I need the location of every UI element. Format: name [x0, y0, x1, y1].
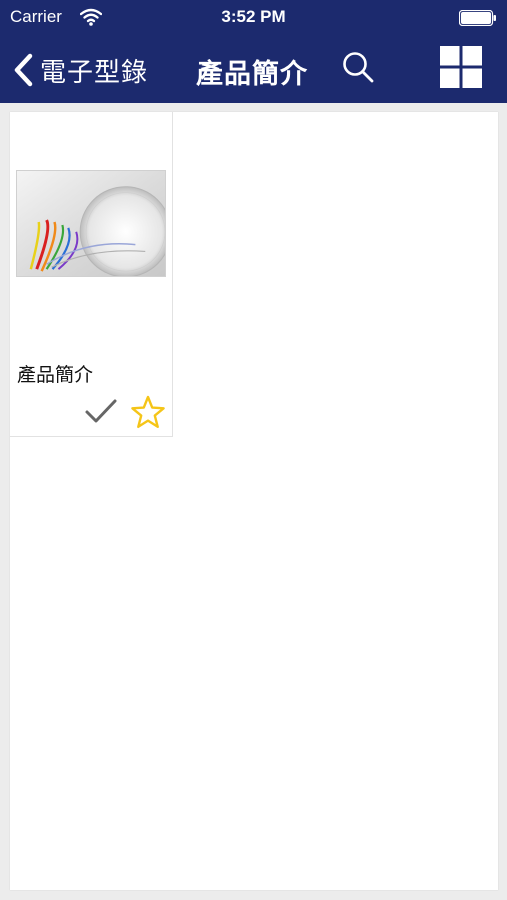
- back-label: 電子型錄: [40, 57, 149, 88]
- navigation-bar: 電子型錄 產品簡介: [0, 36, 507, 103]
- brochure-thumbnail[interactable]: [16, 170, 166, 277]
- chevron-left-icon: [14, 53, 33, 87]
- status-bar: Carrier 3:52 PM: [0, 0, 507, 36]
- back-button[interactable]: 電子型錄: [12, 50, 148, 90]
- catalog-item-title: 產品簡介: [17, 364, 94, 386]
- search-icon[interactable]: [340, 50, 376, 86]
- star-outline-icon[interactable]: [130, 395, 166, 429]
- clock: 3:52 PM: [221, 7, 286, 26]
- page-title: 產品簡介: [196, 59, 308, 90]
- catalog-content: 產品簡介: [10, 112, 498, 890]
- checkmark-icon[interactable]: [84, 397, 118, 427]
- app-screen: Carrier 3:52 PM 電子型錄 產品簡介 產品簡介: [0, 0, 507, 900]
- grid-view-icon[interactable]: [440, 46, 482, 88]
- catalog-item-card[interactable]: 產品簡介: [10, 112, 173, 437]
- battery-icon: [459, 10, 496, 26]
